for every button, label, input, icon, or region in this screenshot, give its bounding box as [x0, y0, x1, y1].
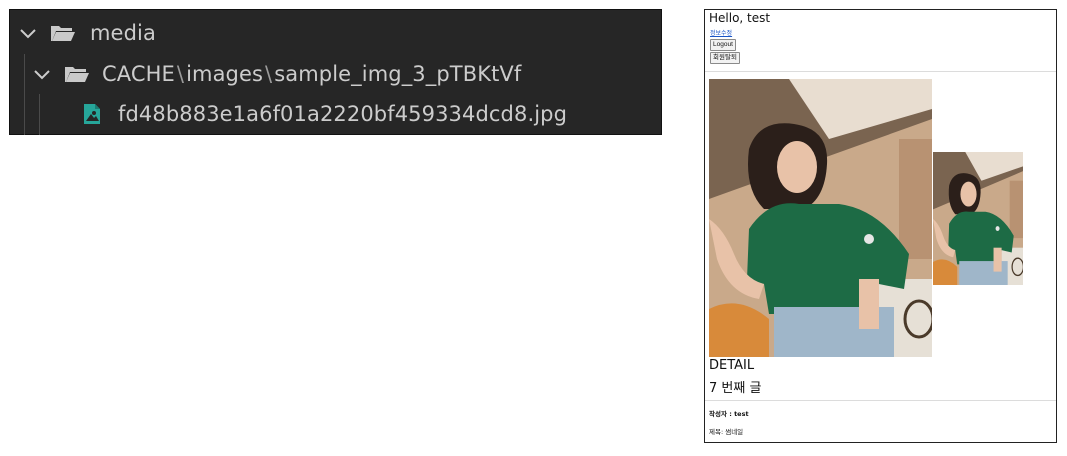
path-segment-cache[interactable]: CACHE — [102, 62, 175, 86]
tree-file-jpg[interactable]: fd48b883e1a6f01a2220bf459334dcd8.jpg — [82, 94, 567, 134]
file-explorer-panel: media CACHE\images\sample_img_3_pTBKtVf … — [9, 9, 662, 135]
indent-guide — [39, 94, 40, 135]
folder-open-icon — [50, 23, 76, 43]
logout-button[interactable]: Logout — [710, 39, 736, 51]
file-label: fd48b883e1a6f01a2220bf459334dcd8.jpg — [118, 102, 568, 126]
divider — [705, 400, 1056, 401]
post-number: 7 번째 글 — [709, 381, 762, 396]
folder-open-icon — [64, 64, 90, 84]
tree-folder-media[interactable]: media — [18, 13, 156, 53]
post-thumbnail-image — [933, 152, 1023, 285]
folder-label-media: media — [90, 21, 156, 45]
compact-folder-path: CACHE\images\sample_img_3_pTBKtVf — [102, 62, 521, 86]
post-image — [709, 79, 932, 357]
author-line: 작성자 : test — [709, 410, 749, 418]
chevron-down-icon[interactable] — [32, 64, 52, 84]
edit-profile-link[interactable]: 정보수정 — [710, 28, 732, 37]
path-separator: \ — [176, 62, 185, 86]
withdraw-button[interactable]: 회원탈퇴 — [710, 52, 740, 64]
path-segment-sample-img[interactable]: sample_img_3_pTBKtVf — [274, 62, 521, 86]
detail-heading: DETAIL — [709, 358, 755, 373]
browser-page: Hello, test 정보수정 Logout 회원탈퇴 DETAIL 7 번째… — [704, 9, 1057, 443]
chevron-down-icon[interactable] — [18, 23, 38, 43]
image-file-icon — [82, 103, 102, 125]
path-separator: \ — [265, 62, 273, 86]
indent-guide — [24, 54, 25, 135]
greeting-text: Hello, test — [709, 11, 771, 25]
path-segment-images[interactable]: images — [186, 62, 263, 86]
tree-folder-cache-path[interactable]: CACHE\images\sample_img_3_pTBKtVf — [32, 54, 521, 94]
post-title-line: 제목: 썸네일 — [709, 428, 744, 436]
divider — [705, 71, 1056, 72]
